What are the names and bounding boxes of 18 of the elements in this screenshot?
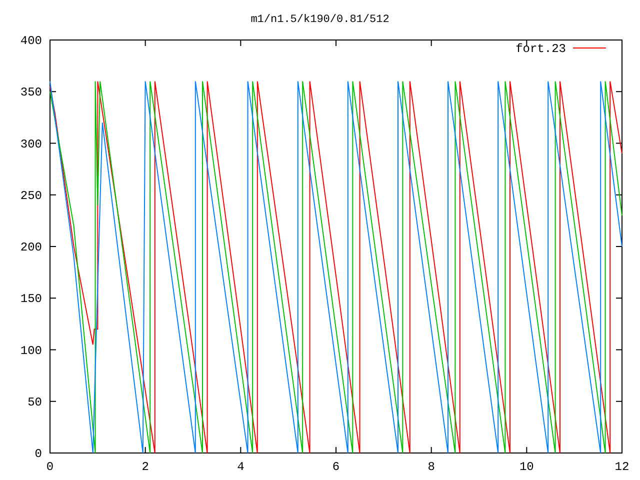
chart-title: m1/n1.5/k190/0.81/512 [250,14,390,26]
tick-label: 12 [614,460,630,474]
tick-label: 400 [20,34,42,48]
tick-label: 200 [20,240,42,254]
tick-label: 100 [20,344,42,358]
tick-label: 2 [142,460,149,474]
tick-label: 6 [332,460,340,474]
tick-label: 300 [20,137,42,152]
tick-label: 8 [428,460,435,474]
tick-label: 4 [237,460,244,474]
tick-label: 250 [20,188,42,203]
tick-label: 0 [46,460,54,474]
legend-label: fort.23 [516,42,566,56]
tick-label: 0 [34,447,42,461]
tick-label: 10 [519,460,534,474]
tick-label: 50 [28,395,42,410]
tick-label: 150 [20,292,42,306]
tick-label: 350 [20,86,42,100]
